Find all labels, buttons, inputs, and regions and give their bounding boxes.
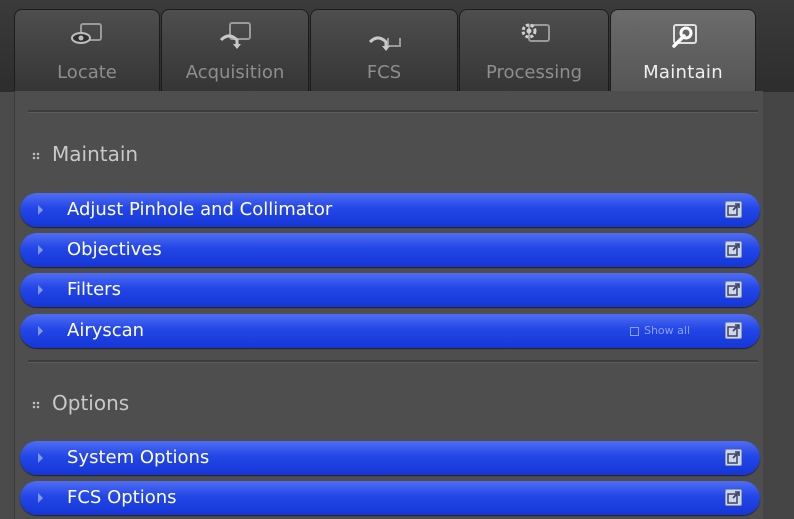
show-all-checkbox[interactable]: Show all (629, 324, 690, 337)
tab-label: Maintain (643, 62, 723, 83)
popout-icon[interactable] (725, 322, 742, 339)
tab-label: Processing (485, 62, 583, 83)
expand-arrow-icon (38, 453, 43, 463)
popout-icon[interactable] (725, 241, 742, 258)
tool-adjust-pinhole[interactable]: Adjust Pinhole and Collimator (20, 193, 760, 227)
fcs-arrow-icon (368, 36, 401, 51)
tool-label: Filters (67, 279, 121, 300)
tab-label: FCS (366, 62, 402, 83)
expand-arrow-icon (38, 326, 43, 336)
grip-icon (32, 151, 40, 160)
tab-processing[interactable]: Processing (459, 9, 609, 92)
tool-airyscan[interactable]: Airyscan Show all (20, 314, 760, 348)
expand-arrow-icon (38, 245, 43, 255)
acquisition-arrow-icon (219, 22, 251, 49)
expand-arrow-icon (38, 493, 43, 503)
tab-fcs[interactable]: FCS (310, 9, 458, 92)
tool-filters[interactable]: Filters (20, 273, 760, 307)
tool-label: Objectives (67, 239, 162, 260)
show-all-label: Show all (643, 324, 690, 337)
grip-icon (32, 400, 40, 409)
divider (28, 360, 758, 362)
processing-gear-icon (521, 23, 550, 42)
popout-icon[interactable] (725, 201, 742, 218)
checkbox-icon (629, 326, 639, 336)
tool-objectives[interactable]: Objectives (20, 233, 760, 267)
tab-acquisition[interactable]: Acquisition (161, 9, 309, 92)
tab-label: Locate (57, 62, 117, 83)
tool-label: FCS Options (67, 487, 177, 508)
popout-icon[interactable] (725, 281, 742, 298)
section-header-options[interactable]: Options (32, 391, 129, 415)
popout-icon[interactable] (725, 489, 742, 506)
popout-icon[interactable] (725, 449, 742, 466)
tool-system-options[interactable]: System Options (20, 441, 760, 475)
section-header-maintain[interactable]: Maintain (32, 142, 138, 166)
section-title: Maintain (52, 142, 139, 166)
expand-arrow-icon (38, 285, 43, 295)
tab-label: Acquisition (185, 62, 285, 83)
tab-maintain[interactable]: Maintain (610, 9, 756, 94)
tool-label: Airyscan (67, 320, 145, 341)
app-window: Locate Acquisition FCS Processing Mainta… (0, 0, 794, 519)
tool-label: System Options (67, 447, 210, 468)
panel-edge (762, 92, 794, 519)
maintain-wrench-icon (672, 24, 697, 48)
divider (28, 110, 758, 112)
section-title: Options (52, 391, 130, 415)
locate-eye-icon (71, 23, 102, 44)
tab-strip: Locate Acquisition FCS Processing Mainta… (0, 0, 794, 94)
tab-locate[interactable]: Locate (14, 9, 160, 92)
expand-arrow-icon (38, 205, 43, 215)
tool-fcs-options[interactable]: FCS Options (20, 481, 760, 515)
tool-label: Adjust Pinhole and Collimator (67, 199, 333, 220)
